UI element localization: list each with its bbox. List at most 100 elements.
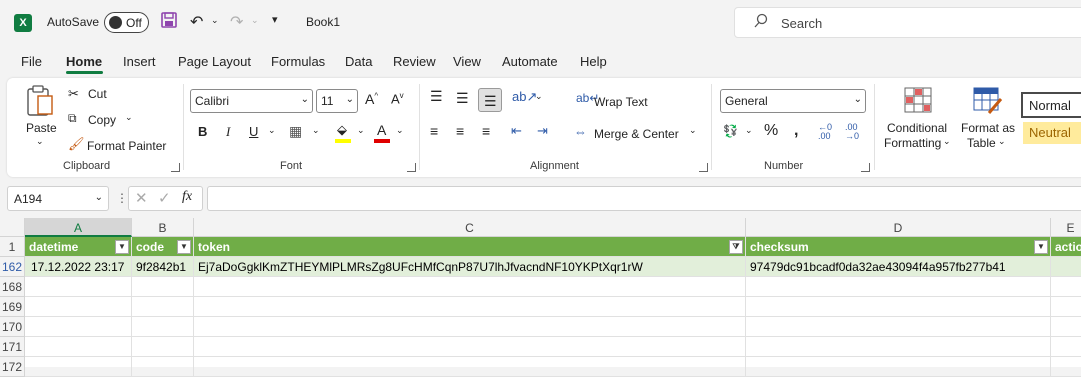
merge-dropdown-icon[interactable]: ⌄ (689, 125, 697, 136)
bold-icon[interactable]: B (198, 124, 207, 139)
align-top-icon[interactable]: ☰ (430, 88, 443, 105)
conditional-formatting-button[interactable]: Conditional (887, 121, 947, 135)
tab-formulas[interactable]: Formulas (271, 54, 325, 69)
align-middle-icon[interactable]: ☰ (456, 90, 469, 107)
row-header[interactable]: 168 (0, 277, 25, 297)
font-color-icon[interactable]: A (377, 122, 386, 138)
cut-button[interactable]: Cut (88, 87, 107, 101)
row-header[interactable]: 162 (0, 257, 25, 277)
orientation-icon[interactable]: ab↗ (512, 89, 537, 105)
tab-review[interactable]: Review (393, 54, 436, 69)
table-cell[interactable] (1051, 257, 1081, 277)
empty-cell[interactable] (132, 357, 194, 377)
paste-dropdown-icon[interactable]: ⌄ (36, 136, 44, 147)
empty-cell[interactable] (1051, 297, 1081, 317)
undo-dropdown-icon[interactable]: ⌄ (211, 15, 219, 26)
tab-insert[interactable]: Insert (123, 54, 156, 69)
table-header-cell[interactable]: actio (1051, 237, 1081, 257)
column-header-c[interactable]: C (194, 218, 746, 237)
empty-cell[interactable] (746, 357, 1051, 377)
font-family-select[interactable]: Calibri ⌄ (190, 89, 313, 113)
undo-icon[interactable]: ↶ (190, 12, 203, 32)
tab-home[interactable]: Home (66, 54, 102, 69)
format-as-table-button[interactable]: Format as (961, 121, 1015, 135)
empty-cell[interactable] (132, 297, 194, 317)
empty-cell[interactable] (1051, 277, 1081, 297)
enter-icon[interactable]: ✓ (158, 189, 171, 207)
alignment-launcher-icon[interactable] (699, 163, 708, 172)
empty-cell[interactable] (1051, 357, 1081, 377)
style-neutral[interactable]: Neutral (1023, 122, 1081, 144)
empty-cell[interactable] (194, 337, 746, 357)
paste-button[interactable]: Paste (26, 121, 57, 135)
clipboard-launcher-icon[interactable] (171, 163, 180, 172)
copy-button[interactable]: Copy (88, 113, 116, 127)
paste-icon[interactable] (25, 84, 55, 121)
name-box[interactable]: A194 ⌄ (7, 186, 109, 211)
font-color-dropdown-icon[interactable]: ⌄ (396, 125, 404, 136)
decrease-indent-icon[interactable]: ⇤ (511, 123, 522, 139)
filter-dropdown-icon[interactable]: ▼ (1034, 240, 1048, 254)
row-header[interactable]: 172 (0, 357, 25, 377)
cancel-icon[interactable]: ✕ (135, 189, 148, 207)
fill-color-dropdown-icon[interactable]: ⌄ (357, 125, 365, 136)
empty-cell[interactable] (194, 317, 746, 337)
empty-cell[interactable] (746, 317, 1051, 337)
tab-automate[interactable]: Automate (502, 54, 558, 69)
comma-style-icon[interactable]: , (794, 122, 798, 140)
tab-page-layout[interactable]: Page Layout (178, 54, 251, 69)
table-cell[interactable]: 9f2842b1 (132, 257, 194, 277)
format-table-dropdown-icon[interactable]: ⌄ (998, 136, 1006, 147)
filter-applied-icon[interactable]: ⧩ (729, 240, 743, 254)
tab-help[interactable]: Help (580, 54, 607, 69)
empty-cell[interactable] (194, 297, 746, 317)
orientation-dropdown-icon[interactable]: ⌄ (535, 91, 543, 102)
filter-dropdown-icon[interactable]: ▼ (177, 240, 191, 254)
align-left-icon[interactable]: ≡ (430, 123, 438, 139)
row-header[interactable]: 171 (0, 337, 25, 357)
align-bottom-button[interactable]: ☰ (478, 88, 502, 112)
row-header[interactable]: 169 (0, 297, 25, 317)
table-cell[interactable]: 97479dc91bcadf0da32ae43094f4a957fb277b41 (746, 257, 1051, 277)
column-header-a[interactable]: A (25, 218, 132, 237)
table-header-cell[interactable]: checksum ▼ (746, 237, 1051, 257)
autosave-toggle[interactable]: Off (104, 12, 149, 33)
accounting-format-icon[interactable]: 💱 (723, 124, 738, 138)
tab-file[interactable]: File (21, 54, 42, 69)
font-launcher-icon[interactable] (407, 163, 416, 172)
underline-icon[interactable]: U (249, 124, 258, 139)
more-options-icon[interactable]: ⋮ (116, 191, 128, 205)
table-cell[interactable]: Ej7aDoGgklKmZTHEYMlPLMRsZg8UFcHMfCqnP87U… (194, 257, 746, 277)
increase-indent-icon[interactable]: ⇥ (537, 123, 548, 139)
copy-dropdown-icon[interactable]: ⌄ (125, 112, 133, 123)
worksheet-grid[interactable]: A B C D E 1 datetime ▼ code ▼ token ⧩ ch… (0, 218, 1081, 377)
font-size-select[interactable]: 11 ⌄ (316, 89, 358, 113)
empty-cell[interactable] (25, 357, 132, 377)
italic-icon[interactable]: I (226, 124, 230, 140)
table-header-cell[interactable]: datetime ▼ (25, 237, 132, 257)
borders-icon[interactable]: ▦ (289, 123, 302, 140)
empty-cell[interactable] (746, 337, 1051, 357)
increase-font-size-icon[interactable]: A^ (365, 91, 378, 107)
column-header-b[interactable]: B (132, 218, 194, 237)
accounting-dropdown-icon[interactable]: ⌄ (745, 125, 753, 136)
filter-dropdown-icon[interactable]: ▼ (115, 240, 129, 254)
align-center-icon[interactable]: ≡ (456, 123, 464, 139)
customize-qat-icon[interactable]: ▾ (272, 13, 278, 26)
formula-input[interactable] (207, 186, 1081, 211)
percent-style-icon[interactable]: % (764, 122, 778, 140)
decrease-font-size-icon[interactable]: Av (391, 91, 404, 106)
align-right-icon[interactable]: ≡ (482, 123, 490, 139)
style-normal[interactable]: Normal (1021, 92, 1081, 118)
row-header[interactable]: 1 (0, 237, 25, 257)
empty-cell[interactable] (194, 357, 746, 377)
table-cell[interactable]: 17.12.2022 23:17 (25, 257, 132, 277)
redo-icon[interactable]: ↷ (230, 12, 243, 32)
borders-dropdown-icon[interactable]: ⌄ (312, 125, 320, 136)
empty-cell[interactable] (194, 277, 746, 297)
tab-data[interactable]: Data (345, 54, 372, 69)
underline-dropdown-icon[interactable]: ⌄ (268, 125, 276, 136)
number-launcher-icon[interactable] (861, 163, 870, 172)
row-header[interactable]: 170 (0, 317, 25, 337)
empty-cell[interactable] (25, 297, 132, 317)
